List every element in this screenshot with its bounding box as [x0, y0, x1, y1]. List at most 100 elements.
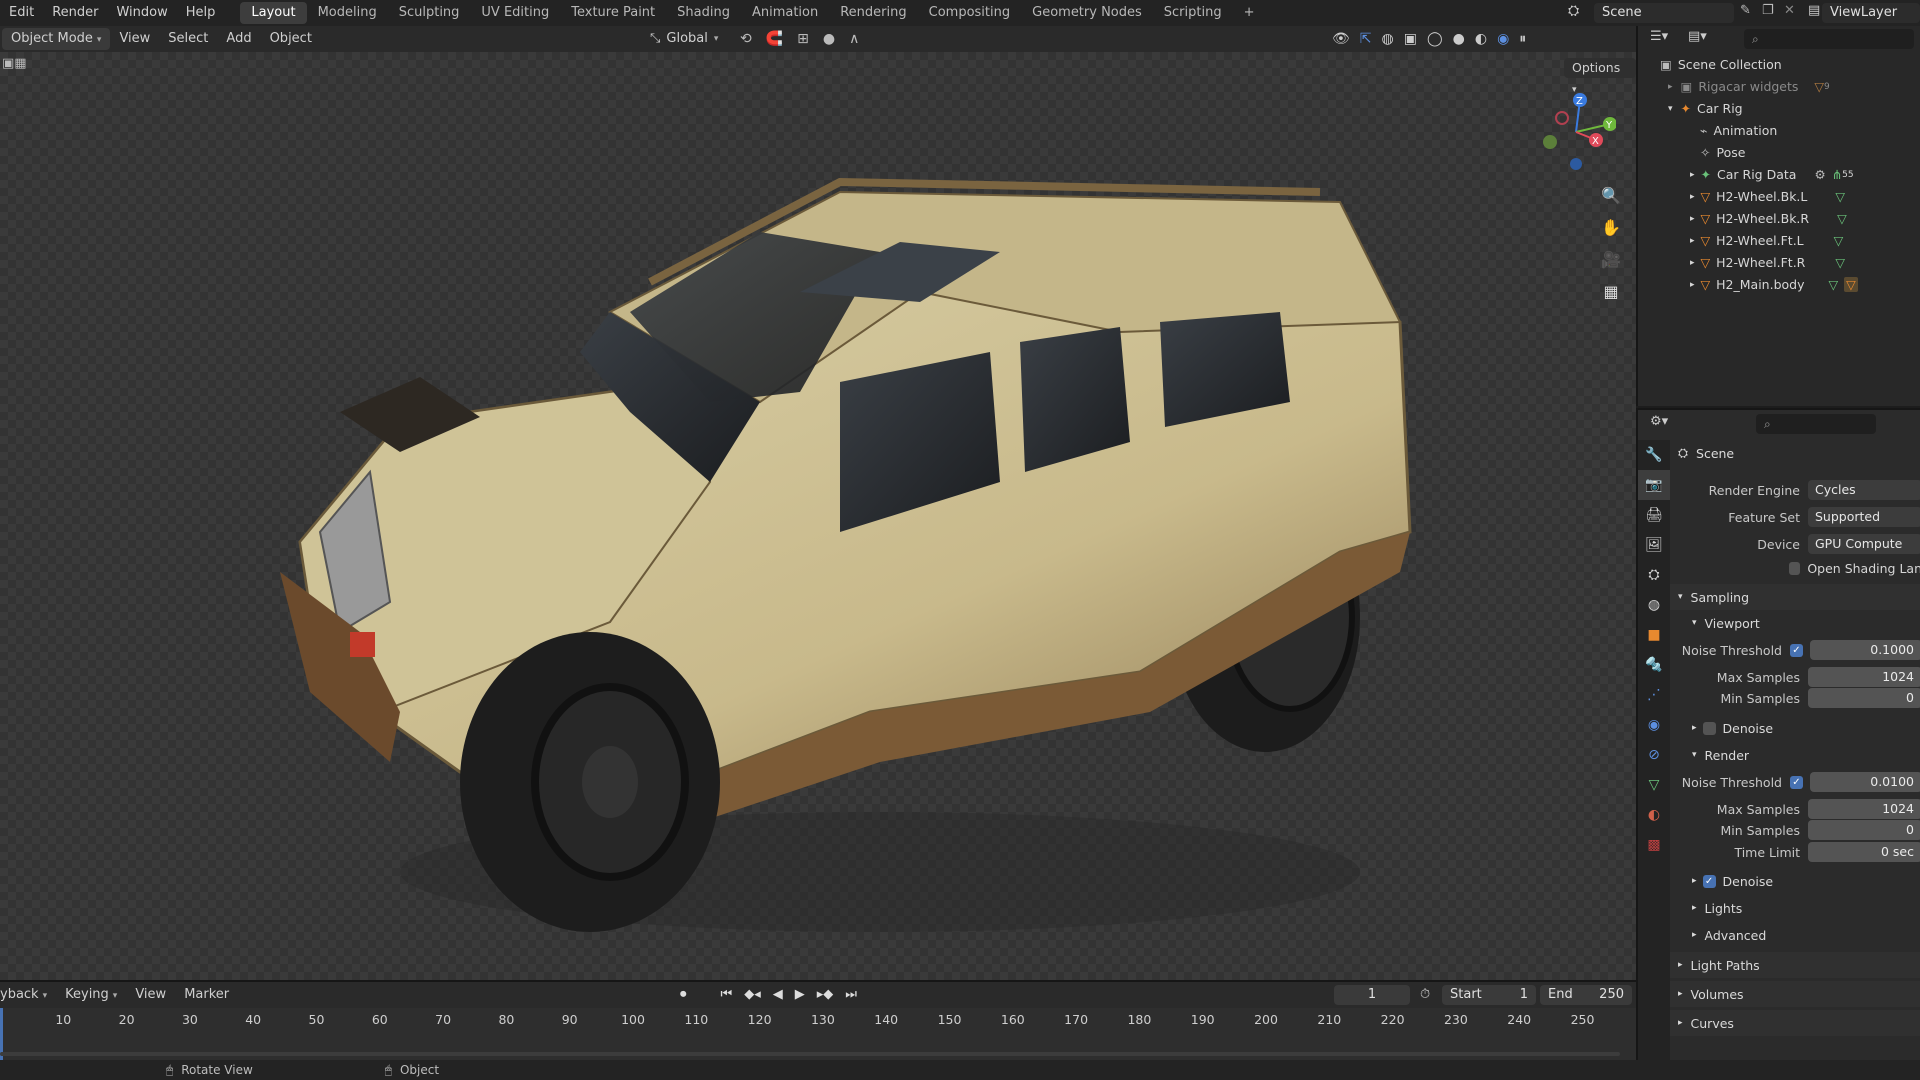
gizmo-neg-x[interactable] — [1555, 111, 1569, 125]
scene-selector[interactable]: Scene — [1594, 3, 1734, 23]
r-max-field[interactable]: 1024 — [1808, 799, 1920, 819]
outliner-row-pose[interactable]: ✧ Pose — [1638, 142, 1920, 163]
vp-max-field[interactable]: 1024 — [1808, 667, 1920, 687]
menu-select[interactable]: Select — [159, 28, 217, 50]
properties-editor-icon[interactable]: ⚙▾ — [1650, 414, 1668, 429]
falloff-icon[interactable]: ∧ — [849, 28, 859, 50]
timeline-scrollbar[interactable] — [0, 1052, 1620, 1056]
menu-object[interactable]: Object — [261, 28, 321, 50]
visibility-icon[interactable]: 👁 — [1332, 28, 1350, 50]
display-mode-icon[interactable]: ▤▾ — [1688, 29, 1707, 44]
time-limit-field[interactable]: 0 sec — [1808, 842, 1920, 862]
outliner-row-wheel-ft-r[interactable]: ▸ ▽ H2-Wheel.Ft.R ▽ — [1638, 252, 1920, 273]
zoom-icon[interactable]: 🔍 — [1598, 182, 1624, 208]
vp-noise-checkbox[interactable]: ✓ — [1790, 643, 1803, 657]
pivot-icon[interactable]: ⟲ — [740, 28, 752, 50]
tab-modeling[interactable]: Modeling — [307, 2, 388, 24]
outliner-row-car-rig[interactable]: ▾ ✦ Car Rig — [1638, 98, 1920, 119]
menu-view[interactable]: View — [110, 28, 159, 50]
timeline-track[interactable]: 10 20 30 40 50 60 70 80 90 100 110 120 130 140 150 160 1… — [0, 1008, 1636, 1060]
solid-shading-icon[interactable]: ● — [1453, 28, 1465, 50]
record-icon[interactable]: ⏺ — [680, 985, 687, 1005]
new-scene-icon[interactable]: ❐ — [1762, 3, 1782, 23]
constraints-tab-icon[interactable]: ⊘ — [1638, 740, 1670, 770]
vp-denoise-subsection[interactable]: ▸ Denoise — [1670, 715, 1920, 741]
pin-icon[interactable]: ✎ — [1740, 3, 1760, 23]
tab-sculpting[interactable]: Sculpting — [388, 2, 471, 24]
curves-section[interactable]: ▸ Curves — [1670, 1010, 1920, 1036]
volumes-section[interactable]: ▸ Volumes — [1670, 981, 1920, 1007]
physics-tab-icon[interactable]: ◉ — [1638, 710, 1670, 740]
close-icon[interactable]: ✕ — [1784, 3, 1804, 23]
wireframe-shading-icon[interactable]: ◯ — [1427, 28, 1443, 50]
tab-scripting[interactable]: Scripting — [1153, 2, 1233, 24]
outliner-row-animation[interactable]: ⌁ Animation — [1638, 120, 1920, 141]
pause-icon[interactable]: ⏸ — [1519, 28, 1526, 50]
3d-viewport[interactable]: ▣▦ Options ▾ Z Y X 🔍 ✋ 🎥 ▦ — [0, 52, 1636, 980]
menu-edit[interactable]: Edit — [0, 0, 43, 26]
vp-noise-field[interactable]: 0.1000 — [1810, 640, 1920, 660]
render-tab-icon[interactable]: 📷 — [1638, 470, 1670, 500]
gizmo-neg-z[interactable] — [1570, 158, 1582, 170]
pan-hand-icon[interactable]: ✋ — [1598, 214, 1624, 240]
expand-arrow-icon[interactable]: ▸ — [1690, 214, 1695, 224]
outliner-row-car-rig-data[interactable]: ▸ ✦ Car Rig Data ⚙ ⋔ 55 — [1638, 164, 1920, 185]
scene-icon[interactable]: ⛭ — [1568, 3, 1590, 23]
world-tab-icon[interactable]: ◍ — [1638, 590, 1670, 620]
menu-render[interactable]: Render — [43, 0, 107, 26]
current-frame-field[interactable]: 1 — [1334, 985, 1410, 1005]
tool-tab-icon[interactable]: 🔧 — [1638, 440, 1670, 470]
menu-help[interactable]: Help — [177, 0, 225, 26]
play-reverse-icon[interactable]: ◀ — [773, 985, 783, 1005]
data-tab-icon[interactable]: ▽ — [1638, 770, 1670, 800]
camera-icon[interactable]: 🎥 — [1598, 246, 1624, 272]
r-min-field[interactable]: 0 — [1808, 820, 1920, 840]
render-engine-dropdown[interactable]: Cycles — [1808, 480, 1920, 500]
timeline-view-menu[interactable]: View — [126, 984, 175, 1006]
advanced-subsection[interactable]: ▸ Advanced — [1670, 922, 1920, 948]
tab-uv-editing[interactable]: UV Editing — [470, 2, 560, 24]
osl-checkbox[interactable] — [1789, 561, 1801, 575]
r-denoise-subsection[interactable]: ▸ ✓ Denoise — [1670, 868, 1920, 894]
lights-subsection[interactable]: ▸ Lights — [1670, 895, 1920, 921]
start-frame-field[interactable]: Start 1 — [1442, 985, 1536, 1005]
marker-menu[interactable]: Marker — [175, 984, 238, 1006]
r-noise-field[interactable]: 0.0100 — [1810, 772, 1920, 792]
grid-perspective-icon[interactable]: ▦ — [1598, 278, 1624, 304]
rendered-shading-icon[interactable]: ◉ — [1497, 28, 1509, 50]
tab-shading[interactable]: Shading — [666, 2, 741, 24]
outliner-row-wheel-ft-l[interactable]: ▸ ▽ H2-Wheel.Ft.L ▽ — [1638, 230, 1920, 251]
select-box-icon[interactable]: ▣▦ — [2, 56, 27, 71]
tab-rendering[interactable]: Rendering — [829, 2, 917, 24]
menu-add[interactable]: Add — [217, 28, 260, 50]
r-noise-checkbox[interactable]: ✓ — [1790, 775, 1803, 789]
clock-icon[interactable]: ⏱ — [1420, 985, 1430, 1005]
sampling-section-header[interactable]: ▾ Sampling — [1670, 584, 1920, 610]
add-workspace-button[interactable]: + — [1233, 2, 1266, 24]
menu-window[interactable]: Window — [107, 0, 176, 26]
device-dropdown[interactable]: GPU Compute — [1808, 534, 1920, 554]
keying-menu[interactable]: Keying ▾ — [56, 984, 126, 1006]
outliner-row-rigacar-widgets[interactable]: ▸ ▣ Rigacar widgets ▽ 9 — [1638, 76, 1920, 97]
expand-arrow-icon[interactable]: ▸ — [1690, 280, 1695, 290]
material-shading-icon[interactable]: ◐ — [1475, 28, 1487, 50]
gizmo-toggle-icon[interactable]: ⇱ — [1360, 28, 1372, 50]
outliner-editor-icon[interactable]: ☰▾ — [1650, 29, 1668, 44]
outliner-row-wheel-bk-r[interactable]: ▸ ▽ H2-Wheel.Bk.R ▽ — [1638, 208, 1920, 229]
tab-texture-paint[interactable]: Texture Paint — [560, 2, 666, 24]
proportional-icon[interactable]: ● — [823, 28, 835, 50]
feature-set-dropdown[interactable]: Supported — [1808, 507, 1920, 527]
outliner-row-wheel-bk-l[interactable]: ▸ ▽ H2-Wheel.Bk.L ▽ — [1638, 186, 1920, 207]
particles-tab-icon[interactable]: ⋰ — [1638, 680, 1670, 710]
properties-search-input[interactable]: ⌕ — [1756, 414, 1876, 434]
material-tab-icon[interactable]: ◐ — [1638, 800, 1670, 830]
expand-arrow-icon[interactable]: ▸ — [1690, 170, 1695, 180]
snap-increment-icon[interactable]: ⊞ — [797, 28, 809, 50]
tab-layout[interactable]: Layout — [240, 2, 307, 24]
orientation-dropdown[interactable]: ⤡ Global ▾ — [650, 28, 718, 50]
gizmo-neg-y[interactable] — [1543, 135, 1557, 149]
overlay-icon[interactable]: ◍ — [1382, 28, 1394, 50]
texture-tab-icon[interactable]: ▩ — [1638, 830, 1670, 860]
expand-arrow-icon[interactable]: ▸ — [1690, 236, 1695, 246]
snap-icon[interactable]: 🧲 — [766, 28, 783, 50]
